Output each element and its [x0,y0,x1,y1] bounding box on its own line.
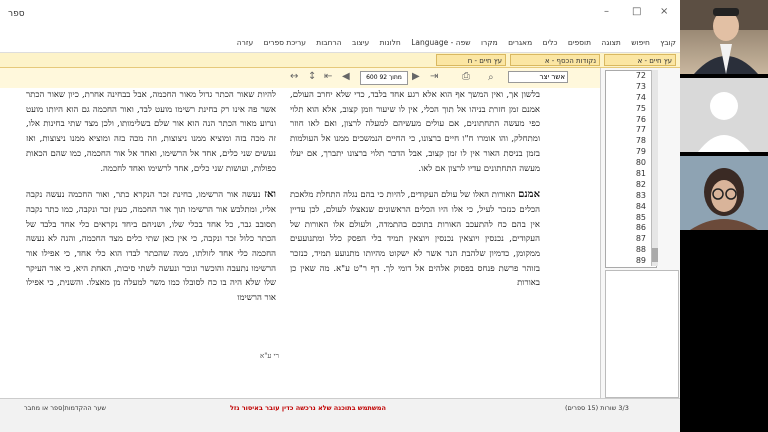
menu-macro[interactable]: מקרו [481,38,498,47]
page-number-item[interactable]: 73 [606,82,656,93]
page-number-field[interactable]: 600 מתוך 92 [360,71,408,85]
page-number-item[interactable]: 78 [606,136,656,147]
page-number-item[interactable]: 74 [606,93,656,104]
menu-databases[interactable]: מאגרים [508,38,532,47]
tab-etz-chaim-a[interactable]: עץ חיים - א [604,54,676,66]
menu-tools[interactable]: כלים [543,38,558,47]
paragraph: בלשון אך, ואין המשך אף הוא אלא רגע אחד ב… [290,88,540,176]
fit-height-icon[interactable]: ↕ [308,71,316,82]
page-number-item[interactable]: 90 [606,267,656,268]
maximize-icon[interactable]: □ [632,6,641,17]
page-number-item[interactable]: 82 [606,180,656,191]
book-page: בלשון אך, ואין המשך אף הוא אלא רגע אחד ב… [0,88,600,398]
paragraph: אמנם האורות האלו של עולם העקודים, להיות … [290,188,540,291]
page-number-item[interactable]: 79 [606,147,656,158]
scrollbar-thumb[interactable] [652,248,658,262]
paragraph-lead-word: ואז [264,189,276,201]
page-number-item[interactable]: 89 [606,256,656,267]
page-number-item[interactable]: 88 [606,245,656,256]
paragraph: ואז נעשה אור הרשימו, בחינת זכר הנקרא כתר… [26,188,276,306]
status-lines-count: 3/3 שורות (15 ספרים) [565,404,629,412]
page-number-item[interactable]: 81 [606,169,656,180]
video-panel-empty-area [680,230,768,432]
search-icon[interactable]: ⌕ [488,72,494,83]
status-book-info: שער ההקדמות|ספר או מחבר [24,404,106,412]
menu-file[interactable]: קובץ [660,38,676,47]
minimize-icon[interactable]: – [604,6,609,17]
menu-addons[interactable]: תוספים [568,38,591,47]
page-number-item[interactable]: 87 [606,234,656,245]
menu-extensions[interactable]: הרחבות [316,38,341,47]
page-number-item[interactable]: 85 [606,213,656,224]
margin-note: רי ע"א [260,352,279,360]
paragraph-text: להיות שאור הכתר גדול מאור החכמה, אבל בבח… [26,90,276,174]
person-silhouette-icon [680,156,768,230]
paragraph-text: בלשון אך, ואין המשך אף הוא אלא רגע אחד ב… [290,90,540,174]
menu-edit-books[interactable]: עריכת ספרים [264,38,306,47]
search-input[interactable]: אשר יצר [508,71,568,83]
person-silhouette-icon [680,0,768,74]
page-list-panel: 7273747576777879808182838485868788899091… [600,68,680,398]
paragraph-lead-word: אמנם [518,189,540,201]
tab-etz-chaim-h[interactable]: עץ חיים - ח [436,54,506,66]
page-number-item[interactable]: 72 [606,71,656,82]
page-number-item[interactable]: 83 [606,191,656,202]
page-number-item[interactable]: 86 [606,223,656,234]
menu-windows[interactable]: חלונות [380,38,401,47]
page-number-item[interactable]: 84 [606,202,656,213]
tab-nekudot-hakesef[interactable]: נקודות הכסף - א [510,54,600,66]
paragraph: להיות שאור הכתר גדול מאור החכמה, אבל בבח… [26,88,276,176]
fit-width-icon[interactable]: ↔ [290,71,298,82]
next-page-icon[interactable]: ▶ [412,71,420,82]
menu-view[interactable]: תצוגה [601,38,620,47]
status-bar: שער ההקדמות|ספר או מחבר המשתמש בתוכנה של… [0,398,680,432]
video-tile-participant-3 [680,156,768,230]
page-number-item[interactable]: 77 [606,125,656,136]
text-column-left: להיות שאור הכתר גדול מאור החכמה, אבל בבח… [26,88,276,318]
menu-language[interactable]: שפה - Language [411,38,470,47]
print-icon[interactable]: ⎙ [462,71,470,82]
video-tile-participant-2 [680,78,768,152]
menu-search[interactable]: חיפוש [631,38,650,47]
menu-bar: קובץ חיפוש תצוגה תוספים כלים מאגרים מקרו… [0,38,680,53]
last-page-icon[interactable]: ⇥ [430,71,438,82]
video-tile-participant-1 [680,0,768,74]
text-column-right: בלשון אך, ואין המשך אף הוא אלא רגע אחד ב… [290,88,540,303]
page-number-item[interactable]: 76 [606,115,656,126]
menu-help[interactable]: עזרה [237,38,253,47]
close-icon[interactable]: × [660,6,668,17]
first-page-icon[interactable]: ⇤ [324,71,332,82]
paragraph-text: האורות האלו של עולם העקודים, להיות כי בה… [290,190,540,289]
page-number-item[interactable]: 80 [606,158,656,169]
avatar-placeholder-icon [698,92,750,152]
window-title: ספר [8,9,25,19]
page-number-list[interactable]: 7273747576777879808182838485868788899091… [605,70,657,268]
menu-design[interactable]: עיצוב [352,38,369,47]
app-window: ספר – □ × קובץ חיפוש תצוגה תוספים כלים מ… [0,0,680,432]
paragraph-text: נעשה אור הרשימו, בחינת זכר הנקרא כתר, וא… [26,190,276,304]
page-number-item[interactable]: 75 [606,104,656,115]
side-info-box [605,270,679,398]
status-license-warning: המשתמש בתוכנה שלא נרכשה כדין עובר באיסור… [230,404,386,412]
prev-page-icon[interactable]: ◀ [342,71,350,82]
page-list-scrollbar[interactable] [651,70,658,266]
title-bar: ספר – □ × [0,0,680,38]
tabs-bar: עץ חיים - א נקודות הכסף - א עץ חיים - ח [0,53,680,68]
toolbar: ⌕ אשר יצר ⎙ ⇥ ▶ 600 מתוך 92 ◀ ⇤ ↕ ↔ [0,68,600,89]
